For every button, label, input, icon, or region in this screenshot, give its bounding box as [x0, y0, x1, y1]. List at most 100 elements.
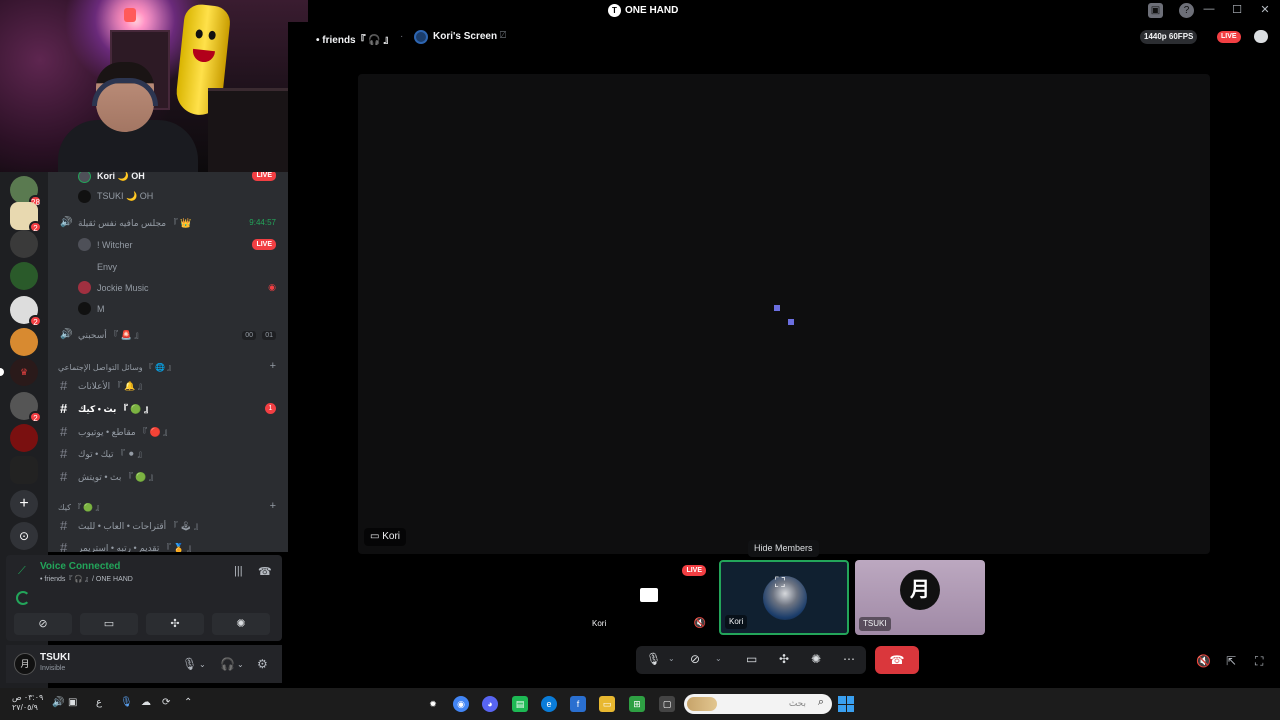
pop-out-icon[interactable]: ⇱: [1226, 654, 1236, 668]
user-avatar: [78, 238, 91, 251]
taskbar-search[interactable]: بحث ⌕: [684, 694, 832, 714]
server-icon-8[interactable]: 2: [10, 392, 42, 423]
soundboard-button[interactable]: ✺: [212, 613, 270, 635]
user-name[interactable]: TSUKI: [40, 652, 70, 663]
headphones-icon[interactable]: 🎧: [220, 657, 235, 671]
activities-icon[interactable]: ✣: [779, 652, 789, 666]
leave-call-button[interactable]: ☎: [875, 646, 919, 674]
participant-tile[interactable]: 月 TSUKI: [855, 560, 985, 635]
screen-name[interactable]: Kori's Screen: [433, 31, 497, 42]
noise-suppression-icon[interactable]: |||: [234, 565, 243, 577]
activities-button[interactable]: ✣: [146, 613, 204, 635]
camera-off-button[interactable]: ⊘: [14, 613, 72, 635]
chat-icon[interactable]: [1254, 30, 1268, 43]
server-icon-7[interactable]: ♛: [10, 358, 38, 386]
add-channel-icon[interactable]: +: [270, 360, 276, 372]
text-channel[interactable]: # تيك • توك 『 ⚫ 』: [60, 446, 147, 461]
more-options-icon[interactable]: ⋯: [843, 652, 855, 666]
mic-icon[interactable]: 🎙: [182, 657, 197, 671]
hash-icon: #: [60, 469, 68, 484]
minimize-icon[interactable]: —: [1202, 3, 1216, 16]
text-channel[interactable]: # تقديم • رتبه • استريمر 『 🏅 』: [60, 540, 196, 552]
gear-icon[interactable]: ⚙: [257, 657, 268, 671]
add-channel-icon[interactable]: +: [270, 500, 276, 512]
cloud-icon[interactable]: ☁: [141, 697, 151, 708]
share-screen-icon[interactable]: ▭: [746, 652, 757, 666]
mic-icon[interactable]: 🎙: [646, 652, 661, 666]
windows-start-icon[interactable]: [838, 696, 854, 712]
text-channel[interactable]: # الأعلانات 『 🔔 』: [60, 378, 147, 393]
file-explorer-icon[interactable]: ▭: [599, 696, 615, 712]
text-channel[interactable]: # أقتراحات • العاب • للبث 『 🕹 』: [60, 518, 203, 533]
steam-icon[interactable]: ✹: [425, 696, 441, 712]
text-channel[interactable]: # بث • كيك 『 🟢 』: [60, 401, 153, 416]
voice-channel[interactable]: 🔊 مجلس مافيه نفس ثقيلة 『 👑: [60, 216, 191, 229]
voice-user[interactable]: Kori 🌙 OH: [78, 172, 145, 183]
chevron-down-icon[interactable]: ⌄: [237, 660, 244, 669]
help-icon[interactable]: ?: [1179, 3, 1194, 18]
pin-icon[interactable]: ⍁: [500, 30, 506, 41]
category-header[interactable]: وسائل التواصل الإجتماعي 『 🌐 』: [58, 362, 175, 373]
members-icon[interactable]: ⛶: [775, 574, 785, 591]
server-icon-2[interactable]: 2: [10, 202, 42, 233]
mic-icon[interactable]: 🎙: [120, 697, 133, 708]
server-icon-5[interactable]: 2: [10, 296, 42, 327]
disconnect-icon[interactable]: ☎: [258, 565, 272, 578]
green-app-icon[interactable]: ▤: [512, 696, 528, 712]
voice-connected-panel: ⟋ Voice Connected • friends『 🎧 』/ ONE HA…: [6, 555, 282, 641]
stream-viewer[interactable]: ▭ Kori: [358, 74, 1210, 554]
network-icon[interactable]: ▣: [68, 697, 77, 708]
camera-off-icon[interactable]: ⊘: [690, 652, 700, 666]
voice-connected-subtitle[interactable]: • friends『 🎧 』/ ONE HAND: [40, 574, 133, 584]
server-icon-4[interactable]: [10, 262, 38, 290]
xbox-grid-icon[interactable]: ⊞: [629, 696, 645, 712]
add-server-icon[interactable]: +: [10, 490, 38, 518]
volume-icon[interactable]: 🔊: [52, 697, 64, 708]
voice-connected-title[interactable]: Voice Connected: [40, 561, 120, 572]
share-screen-button[interactable]: ▭: [80, 613, 138, 635]
voice-user[interactable]: TSUKI 🌙 OH: [78, 190, 153, 203]
server-icon-1[interactable]: 28: [10, 176, 42, 207]
chevron-up-icon[interactable]: ⌃: [184, 697, 192, 708]
maximize-icon[interactable]: ☐: [1230, 3, 1244, 16]
chrome-icon[interactable]: ◉: [453, 696, 469, 712]
server-icon-6[interactable]: [10, 328, 38, 356]
channel-list: Kori 🌙 OH LIVE TSUKI 🌙 OH 🔊 مجلس مافيه ن…: [48, 172, 288, 552]
signal-icon[interactable]: ⟋: [18, 565, 26, 578]
fullscreen-icon[interactable]: ⛶: [1255, 654, 1263, 669]
voice-user[interactable]: ! Witcher: [78, 238, 133, 251]
inbox-icon[interactable]: ▣: [1148, 3, 1163, 18]
file-icon[interactable]: f: [570, 696, 586, 712]
hide-members-tooltip: Hide Members: [748, 540, 819, 557]
language-indicator[interactable]: ع: [96, 697, 102, 708]
soundboard-icon[interactable]: ✺: [811, 652, 821, 666]
server-icon-3[interactable]: [10, 230, 38, 258]
user-avatar[interactable]: 月: [14, 653, 36, 675]
chevron-down-icon[interactable]: ⌄: [668, 654, 675, 663]
voice-user[interactable]: M: [78, 302, 105, 315]
chevron-down-icon[interactable]: ⌄: [715, 654, 722, 663]
chevron-down-icon[interactable]: ⌄: [199, 660, 206, 669]
channel-breadcrumb[interactable]: • friends『 🎧 』: [316, 31, 394, 46]
participant-tile[interactable]: LIVE Kori 🔇: [584, 560, 714, 635]
voice-user[interactable]: Envy: [78, 260, 117, 273]
banana-mouth: [191, 48, 215, 64]
explore-servers-icon[interactable]: ⊙: [10, 522, 38, 550]
taskbar-clock[interactable]: ٠٣:٠٩ ص ٢٧/٠٥/٩: [12, 693, 43, 713]
text-channel[interactable]: # مقاطع • يوتيوب 『 🔴 』: [60, 424, 172, 439]
server-icon-10[interactable]: [10, 456, 38, 484]
category-header[interactable]: كيك 『 🟢 』: [58, 502, 104, 513]
edge-icon[interactable]: e: [541, 696, 557, 712]
text-channel[interactable]: # بث • تويتش 『 🟢 』: [60, 469, 158, 484]
participant-tile[interactable]: ⛶ Kori: [719, 560, 849, 635]
close-icon[interactable]: ✕: [1258, 3, 1272, 16]
app-window: T ONE HAND ▣ ? — ☐ ✕ 28 2 2 ♛ 2 + ⊙ Kori…: [0, 0, 1280, 720]
hash-icon: #: [60, 424, 68, 439]
sync-icon[interactable]: ⟳: [162, 697, 170, 708]
volume-muted-icon[interactable]: 🔇: [1196, 654, 1211, 668]
server-icon-9[interactable]: [10, 424, 38, 452]
discord-icon[interactable]: ◕: [482, 696, 498, 712]
voice-channel[interactable]: 🔊 أسحبني 『 🚨 』: [60, 328, 144, 341]
task-view-icon[interactable]: ▢: [659, 696, 675, 712]
voice-user[interactable]: Jockie Music: [78, 281, 149, 294]
